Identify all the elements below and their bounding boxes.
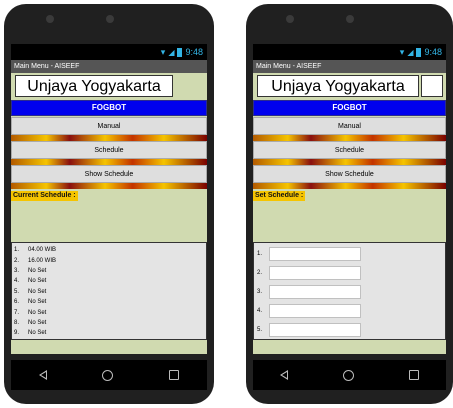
logo-row: Unjaya Yogyakarta <box>253 73 446 99</box>
back-icon[interactable] <box>38 370 47 380</box>
schedule-list: 1. 04.00 WIB 2. 16.00 WIB 3. No Set 4. No Se… <box>11 242 207 340</box>
list-item: 2. 16.00 WIB <box>14 257 57 264</box>
wifi-icon: ▾ <box>160 46 166 57</box>
show-schedule-button[interactable]: Show Schedule <box>11 165 207 183</box>
navigation-bar <box>11 360 207 390</box>
front-camera <box>106 15 114 23</box>
fogbot-banner: FOGBOT <box>253 100 446 116</box>
schedule-input[interactable] <box>269 265 361 280</box>
status-bar: ▾ ◢ 9:48 <box>11 44 207 60</box>
schedule-input[interactable] <box>269 322 361 337</box>
schedule-field-row: 4. <box>254 301 445 320</box>
earpiece-dot <box>286 15 294 23</box>
manual-button[interactable]: Manual <box>11 117 207 135</box>
status-time: 9:48 <box>424 47 442 57</box>
show-schedule-button[interactable]: Show Schedule <box>253 165 446 183</box>
schedule-button[interactable]: Schedule <box>11 141 207 159</box>
schedule-field-row: 1. <box>254 244 445 263</box>
phone-left: ▾ ◢ 9:48 Main Menu - AISEEF Unjaya Yogya… <box>4 4 214 404</box>
screen-main-menu: ▾ ◢ 9:48 Main Menu - AISEEF Unjaya Yogya… <box>11 44 207 354</box>
phone-right: ▾ ◢ 9:48 Main Menu - AISEEF Unjaya Yogya… <box>246 4 453 404</box>
schedule-form: 1. 2. 3. 4. 5. <box>253 242 446 340</box>
main-content: Unjaya Yogyakarta FOGBOT Manual Schedule… <box>253 73 446 354</box>
logo-text: Unjaya Yogyakarta <box>15 75 173 97</box>
list-item: 3. No Set <box>14 267 47 274</box>
list-item: 6. No Set <box>14 299 47 306</box>
navigation-bar <box>253 360 446 390</box>
back-icon[interactable] <box>280 370 289 380</box>
logo-frame <box>421 75 443 97</box>
signal-icon: ◢ <box>168 47 175 57</box>
home-icon[interactable] <box>102 369 114 381</box>
screen-set-schedule: ▾ ◢ 9:48 Main Menu - AISEEF Unjaya Yogya… <box>253 44 446 354</box>
battery-icon <box>416 47 422 57</box>
recent-apps-icon[interactable] <box>408 370 419 380</box>
app-title: Main Menu - AISEEF <box>253 60 446 73</box>
recent-apps-icon[interactable] <box>169 370 180 380</box>
main-content: Unjaya Yogyakarta FOGBOT Manual Schedule… <box>11 73 207 354</box>
battery-icon <box>177 47 183 57</box>
list-item: 8. No Set <box>14 319 47 326</box>
set-schedule-label: Set Schedule : <box>253 191 306 201</box>
schedule-field-row: 3. <box>254 282 445 301</box>
manual-button[interactable]: Manual <box>253 117 446 135</box>
schedule-input[interactable] <box>269 284 361 299</box>
schedule-field-row: 2. <box>254 263 445 282</box>
app-title: Main Menu - AISEEF <box>11 60 207 73</box>
status-bar: ▾ ◢ 9:48 <box>253 44 446 60</box>
list-item: 7. No Set <box>14 309 47 316</box>
earpiece-dot <box>46 15 54 23</box>
fogbot-banner: FOGBOT <box>11 100 207 116</box>
list-item: 9. No Set <box>14 330 47 337</box>
schedule-field-row: 5. <box>254 320 445 339</box>
logo-text: Unjaya Yogyakarta <box>257 75 419 97</box>
schedule-input[interactable] <box>269 246 361 261</box>
list-item: 1. 04.00 WIB <box>14 247 57 254</box>
current-schedule-label: Current Schedule : <box>11 191 78 201</box>
front-camera <box>346 15 354 23</box>
wifi-icon: ▾ <box>399 46 405 57</box>
status-time: 9:48 <box>185 47 203 57</box>
list-item: 5. No Set <box>14 288 47 295</box>
schedule-button[interactable]: Schedule <box>253 141 446 159</box>
schedule-input[interactable] <box>269 303 361 318</box>
signal-icon: ◢ <box>407 47 414 57</box>
list-item: 4. No Set <box>14 278 47 285</box>
logo-row: Unjaya Yogyakarta <box>11 73 207 99</box>
home-icon[interactable] <box>342 369 354 381</box>
